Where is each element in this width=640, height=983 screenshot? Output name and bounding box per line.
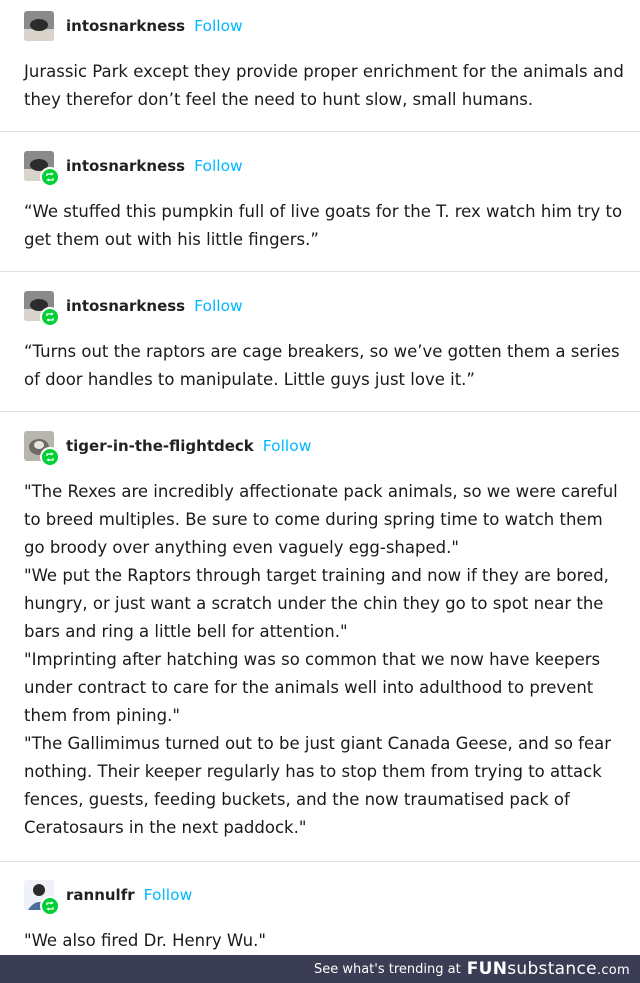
reblog-icon: [40, 307, 60, 327]
reblog-icon: [40, 447, 60, 467]
post-header: rannulfr Follow: [24, 880, 193, 916]
post-body: "The Rexes are incredibly affectionate p…: [24, 478, 624, 842]
username[interactable]: rannulfr: [66, 886, 135, 904]
avatar-image-icon: [24, 11, 54, 41]
avatar[interactable]: [24, 291, 60, 327]
username[interactable]: intosnarkness: [66, 297, 185, 315]
avatar[interactable]: [24, 431, 60, 467]
post: tiger-in-the-flightdeck Follow "The Rexe…: [0, 412, 640, 862]
post-paragraph: "We also fired Dr. Henry Wu.": [24, 931, 266, 950]
avatar[interactable]: [24, 880, 60, 916]
post: rannulfr Follow "We also fired Dr. Henry…: [0, 862, 640, 955]
post-paragraph: “We stuffed this pumpkin full of live go…: [24, 202, 623, 249]
follow-button[interactable]: Follow: [194, 17, 243, 35]
reblog-icon: [40, 896, 60, 916]
post-body: Jurassic Park except they provide proper…: [24, 58, 624, 114]
post-paragraph: Jurassic Park except they provide proper…: [24, 62, 624, 109]
post-paragraph: "We put the Raptors through target train…: [24, 566, 609, 641]
follow-button[interactable]: Follow: [263, 437, 312, 455]
follow-button[interactable]: Follow: [194, 297, 243, 315]
post-header: intosnarkness Follow: [24, 291, 243, 327]
watermark-text: See what's trending at: [313, 961, 461, 977]
watermark-bar: See what's trending at FUNsubstance.com: [0, 955, 640, 983]
username[interactable]: tiger-in-the-flightdeck: [66, 437, 254, 455]
logo-rest-part: substance: [507, 959, 597, 979]
post-paragraph: "The Gallimimus turned out to be just gi…: [24, 734, 612, 837]
avatar[interactable]: [24, 151, 60, 187]
post: intosnarkness Follow Jurassic Park excep…: [0, 0, 640, 132]
avatar[interactable]: [24, 11, 54, 41]
logo-suffix: .com: [596, 963, 630, 978]
logo-bold-part: FUN: [466, 959, 508, 979]
post-paragraph: "Imprinting after hatching was so common…: [24, 650, 601, 725]
post-paragraph: “Turns out the raptors are cage breakers…: [24, 342, 620, 389]
follow-button[interactable]: Follow: [194, 157, 243, 175]
post-header: intosnarkness Follow: [24, 151, 243, 187]
reblog-icon: [40, 167, 60, 187]
post: intosnarkness Follow “Turns out the rapt…: [0, 272, 640, 412]
funsubstance-logo: FUNsubstance.com: [467, 959, 630, 979]
post-body: “Turns out the raptors are cage breakers…: [24, 338, 624, 394]
username[interactable]: intosnarkness: [66, 17, 185, 35]
post-header: intosnarkness Follow: [24, 11, 243, 41]
post: intosnarkness Follow “We stuffed this pu…: [0, 132, 640, 272]
username[interactable]: intosnarkness: [66, 157, 185, 175]
post-header: tiger-in-the-flightdeck Follow: [24, 431, 312, 467]
follow-button[interactable]: Follow: [144, 886, 193, 904]
post-paragraph: "The Rexes are incredibly affectionate p…: [24, 482, 618, 557]
post-body: "We also fired Dr. Henry Wu.": [24, 927, 624, 955]
post-body: “We stuffed this pumpkin full of live go…: [24, 198, 624, 254]
